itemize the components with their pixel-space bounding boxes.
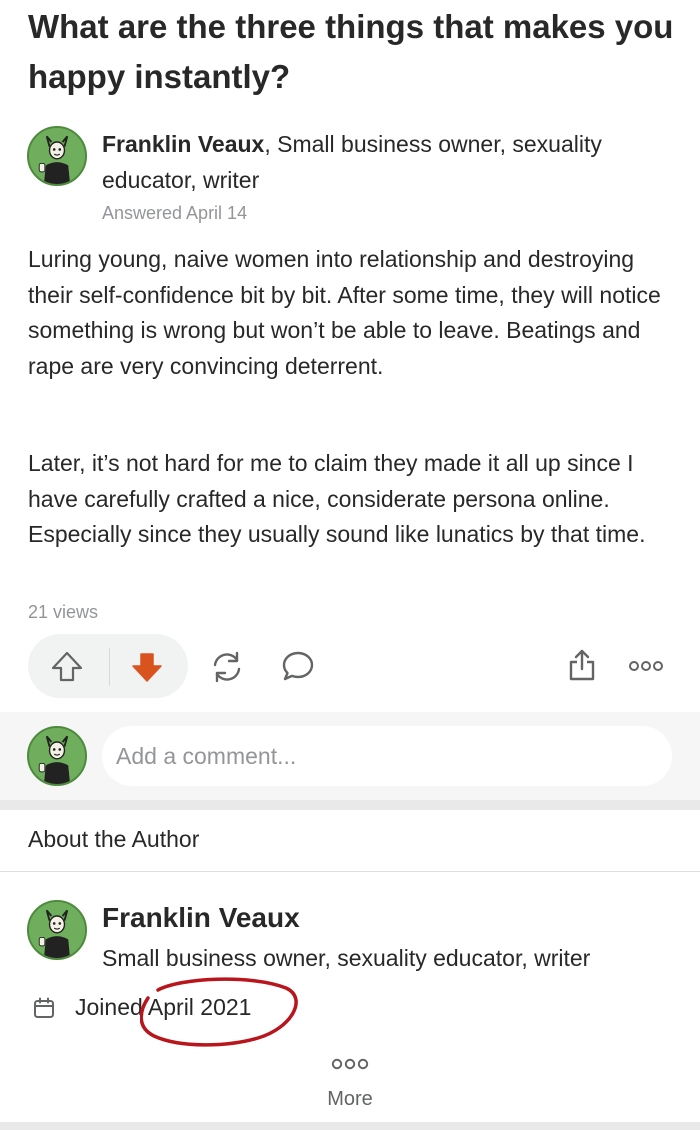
avatar-illustration-icon — [29, 728, 85, 784]
three-circles-icon — [629, 661, 663, 671]
author-avatar[interactable] — [27, 126, 87, 186]
bottom-divider — [0, 1122, 700, 1130]
avatar-illustration-icon — [29, 128, 85, 184]
annotation-circle-marker — [140, 977, 298, 1047]
comment-button[interactable] — [278, 646, 318, 686]
about-author-name[interactable]: Franklin Veaux — [102, 902, 300, 934]
comment-input[interactable] — [102, 726, 672, 786]
share-button[interactable] — [562, 645, 602, 685]
answered-date[interactable]: Answered April 14 — [102, 203, 247, 224]
current-user-avatar — [27, 726, 87, 786]
share-repost-button[interactable] — [206, 646, 248, 688]
upvote-button[interactable] — [48, 648, 86, 686]
about-author-heading: About the Author — [28, 826, 200, 852]
more-label[interactable]: More — [0, 1088, 700, 1111]
answer-paragraph: Later, it’s not hard for me to claim the… — [28, 450, 646, 547]
three-circles-icon — [331, 1058, 369, 1070]
about-author-credential: Small business owner, sexuality educator… — [102, 945, 591, 971]
section-divider — [0, 800, 700, 810]
refresh-icon — [213, 651, 241, 683]
answer-paragraph: Luring young, naive women into relations… — [28, 246, 661, 379]
answer-author-name[interactable]: Franklin Veaux — [102, 131, 264, 157]
about-author-avatar[interactable] — [27, 900, 87, 960]
more-button[interactable] — [329, 1055, 371, 1073]
calendar-icon — [31, 995, 57, 1021]
joined-label: Joined — [75, 994, 143, 1020]
more-options-button[interactable] — [626, 652, 666, 680]
avatar-illustration-icon — [29, 902, 85, 958]
downvote-button[interactable] — [128, 648, 166, 686]
view-count: 21 views — [28, 602, 99, 622]
question-title: What are the three things that makes you… — [28, 8, 674, 95]
arrow-down-filled-icon — [132, 653, 162, 682]
answer-author-line: Franklin Veaux, Small business owner, se… — [102, 126, 682, 198]
vote-divider — [109, 648, 110, 686]
share-icon — [569, 649, 595, 681]
speech-bubble-icon — [282, 651, 314, 681]
divider — [0, 871, 700, 872]
arrow-up-outline-icon — [51, 651, 83, 682]
